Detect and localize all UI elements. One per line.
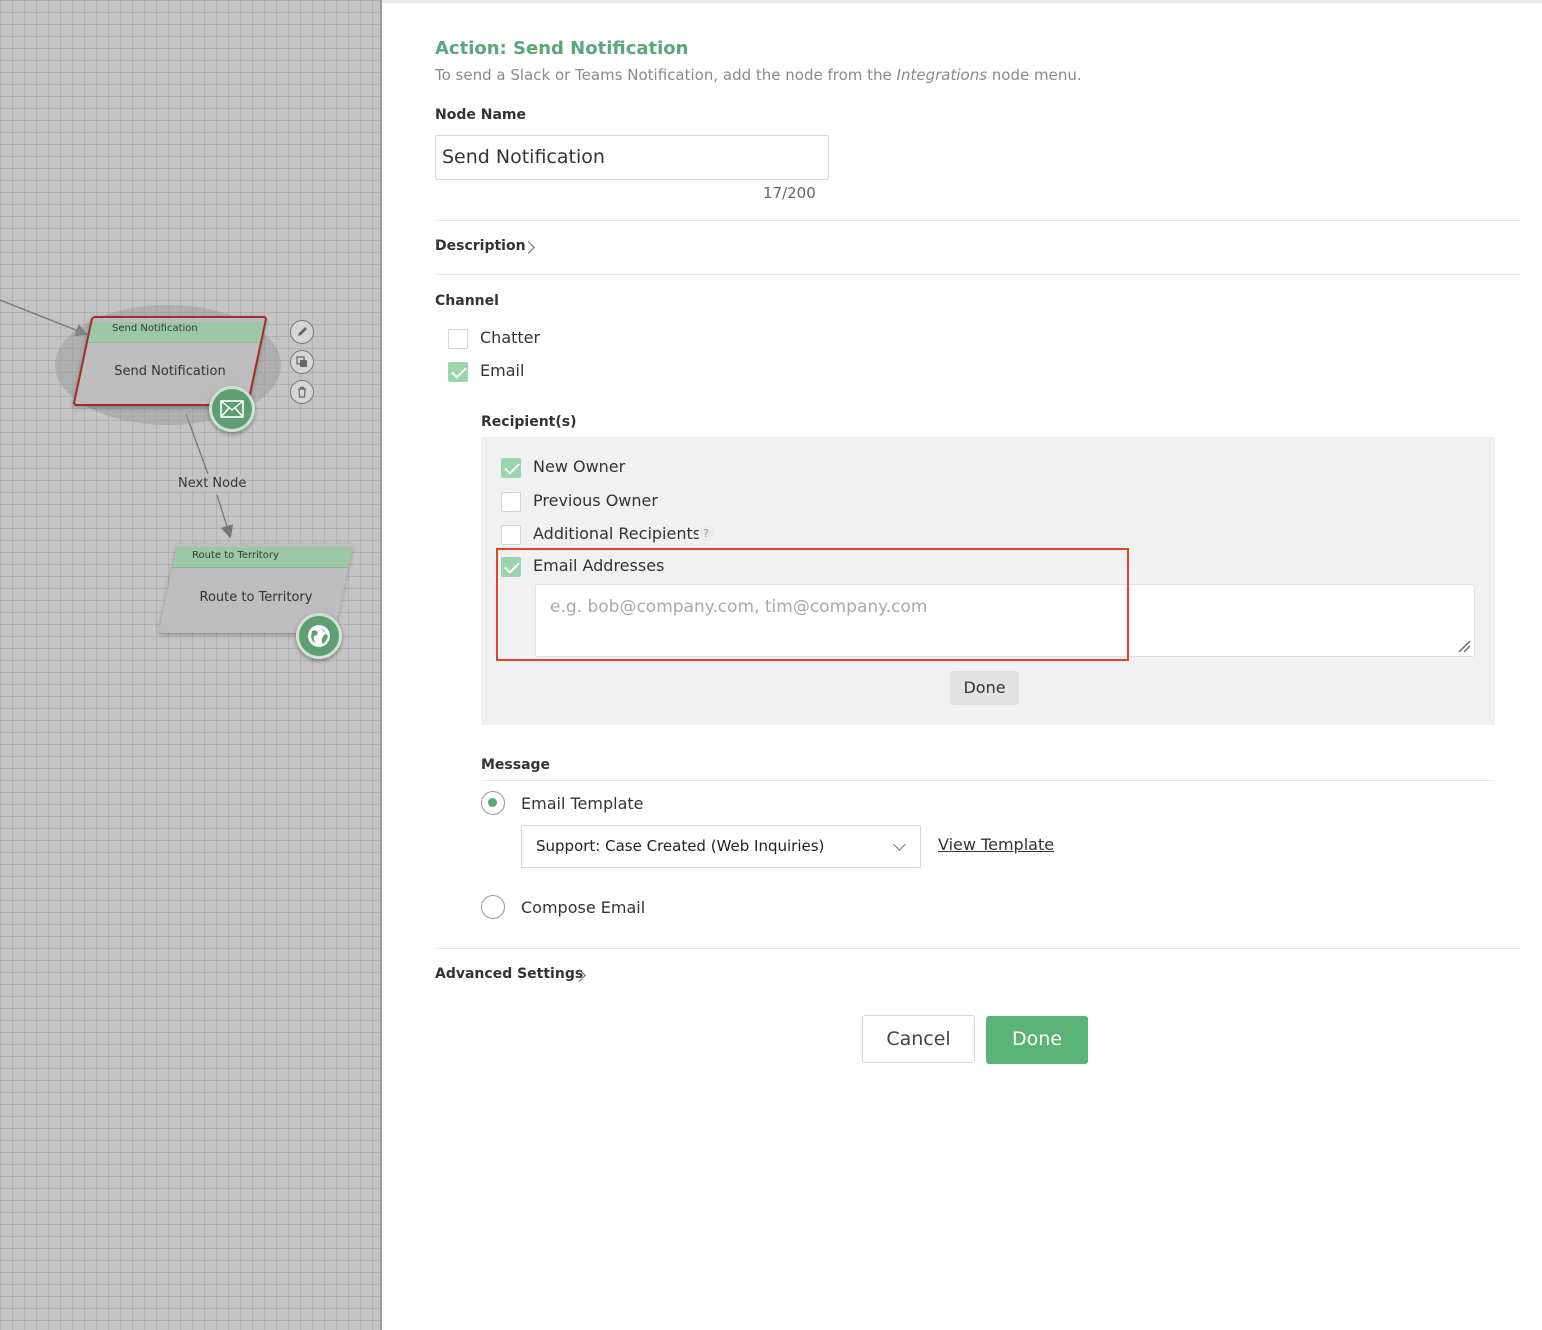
message-label: Message — [481, 757, 551, 773]
cancel-button[interactable]: Cancel — [862, 1015, 975, 1063]
node-header: Send Notification — [112, 323, 198, 334]
previous-owner-label: Previous Owner — [533, 491, 658, 510]
compose-email-label: Compose Email — [521, 898, 646, 917]
subtitle-emphasis: Integrations — [896, 66, 988, 84]
flow-connectors — [0, 299, 234, 539]
panel-subtitle: To send a Slack or Teams Notification, a… — [435, 66, 1082, 84]
done-button[interactable]: Done — [986, 1016, 1088, 1064]
resize-handle-icon[interactable] — [1457, 639, 1471, 653]
subtitle-text-end: node menu. — [987, 66, 1082, 84]
compose-email-radio[interactable] — [481, 895, 505, 919]
panel-top-border — [382, 0, 1542, 3]
highlight-box — [496, 548, 1129, 661]
email-template-radio[interactable] — [481, 791, 505, 815]
node-name-label: Node Name — [435, 107, 526, 123]
subtitle-text: To send a Slack or Teams Notification, a… — [435, 66, 897, 84]
node-header: Route to Territory — [192, 550, 279, 561]
recipients-done-button[interactable]: Done — [950, 671, 1019, 705]
recipients-label: Recipient(s) — [481, 414, 577, 430]
chatter-label: Chatter — [480, 328, 541, 347]
chevron-down-icon — [893, 838, 906, 851]
help-icon[interactable]: ? — [698, 526, 714, 542]
divider — [435, 220, 1520, 221]
node-settings-panel: Action: Send Notification To send a Slac… — [382, 0, 1542, 1330]
edge-label: Next Node — [176, 476, 249, 491]
node-name-input[interactable]: Send Notification — [435, 135, 829, 180]
delete-icon[interactable] — [290, 380, 314, 404]
node-label: Send Notification — [114, 364, 226, 379]
advanced-settings-toggle[interactable]: Advanced Settings — [435, 966, 583, 982]
email-template-label: Email Template — [521, 794, 644, 813]
divider — [435, 948, 1520, 949]
previous-owner-checkbox[interactable] — [501, 492, 521, 512]
panel-title: Action: Send Notification — [435, 38, 689, 59]
node-name-counter: 17/200 — [763, 184, 816, 202]
additional-recipients-checkbox[interactable] — [501, 525, 521, 545]
chatter-checkbox[interactable] — [448, 329, 468, 349]
flow-canvas[interactable]: Send Notification Send Notification Next… — [0, 0, 382, 1330]
envelope-icon — [209, 386, 255, 432]
copy-icon[interactable] — [290, 350, 314, 374]
divider — [435, 274, 1520, 275]
new-owner-label: New Owner — [533, 457, 626, 476]
view-template-link[interactable]: View Template — [938, 835, 1054, 854]
email-checkbox[interactable] — [448, 362, 468, 382]
divider — [481, 780, 1495, 781]
channel-label: Channel — [435, 293, 499, 309]
email-label: Email — [480, 361, 525, 380]
description-toggle[interactable]: Description — [435, 238, 526, 254]
new-owner-checkbox[interactable] — [501, 458, 521, 478]
additional-recipients-label: Additional Recipients — [533, 524, 702, 543]
email-template-select[interactable]: Support: Case Created (Web Inquiries) — [521, 825, 921, 868]
email-template-select-value: Support: Case Created (Web Inquiries) — [536, 837, 825, 855]
node-label: Route to Territory — [199, 590, 313, 605]
edit-icon[interactable] — [290, 320, 314, 344]
globe-icon — [296, 613, 342, 659]
